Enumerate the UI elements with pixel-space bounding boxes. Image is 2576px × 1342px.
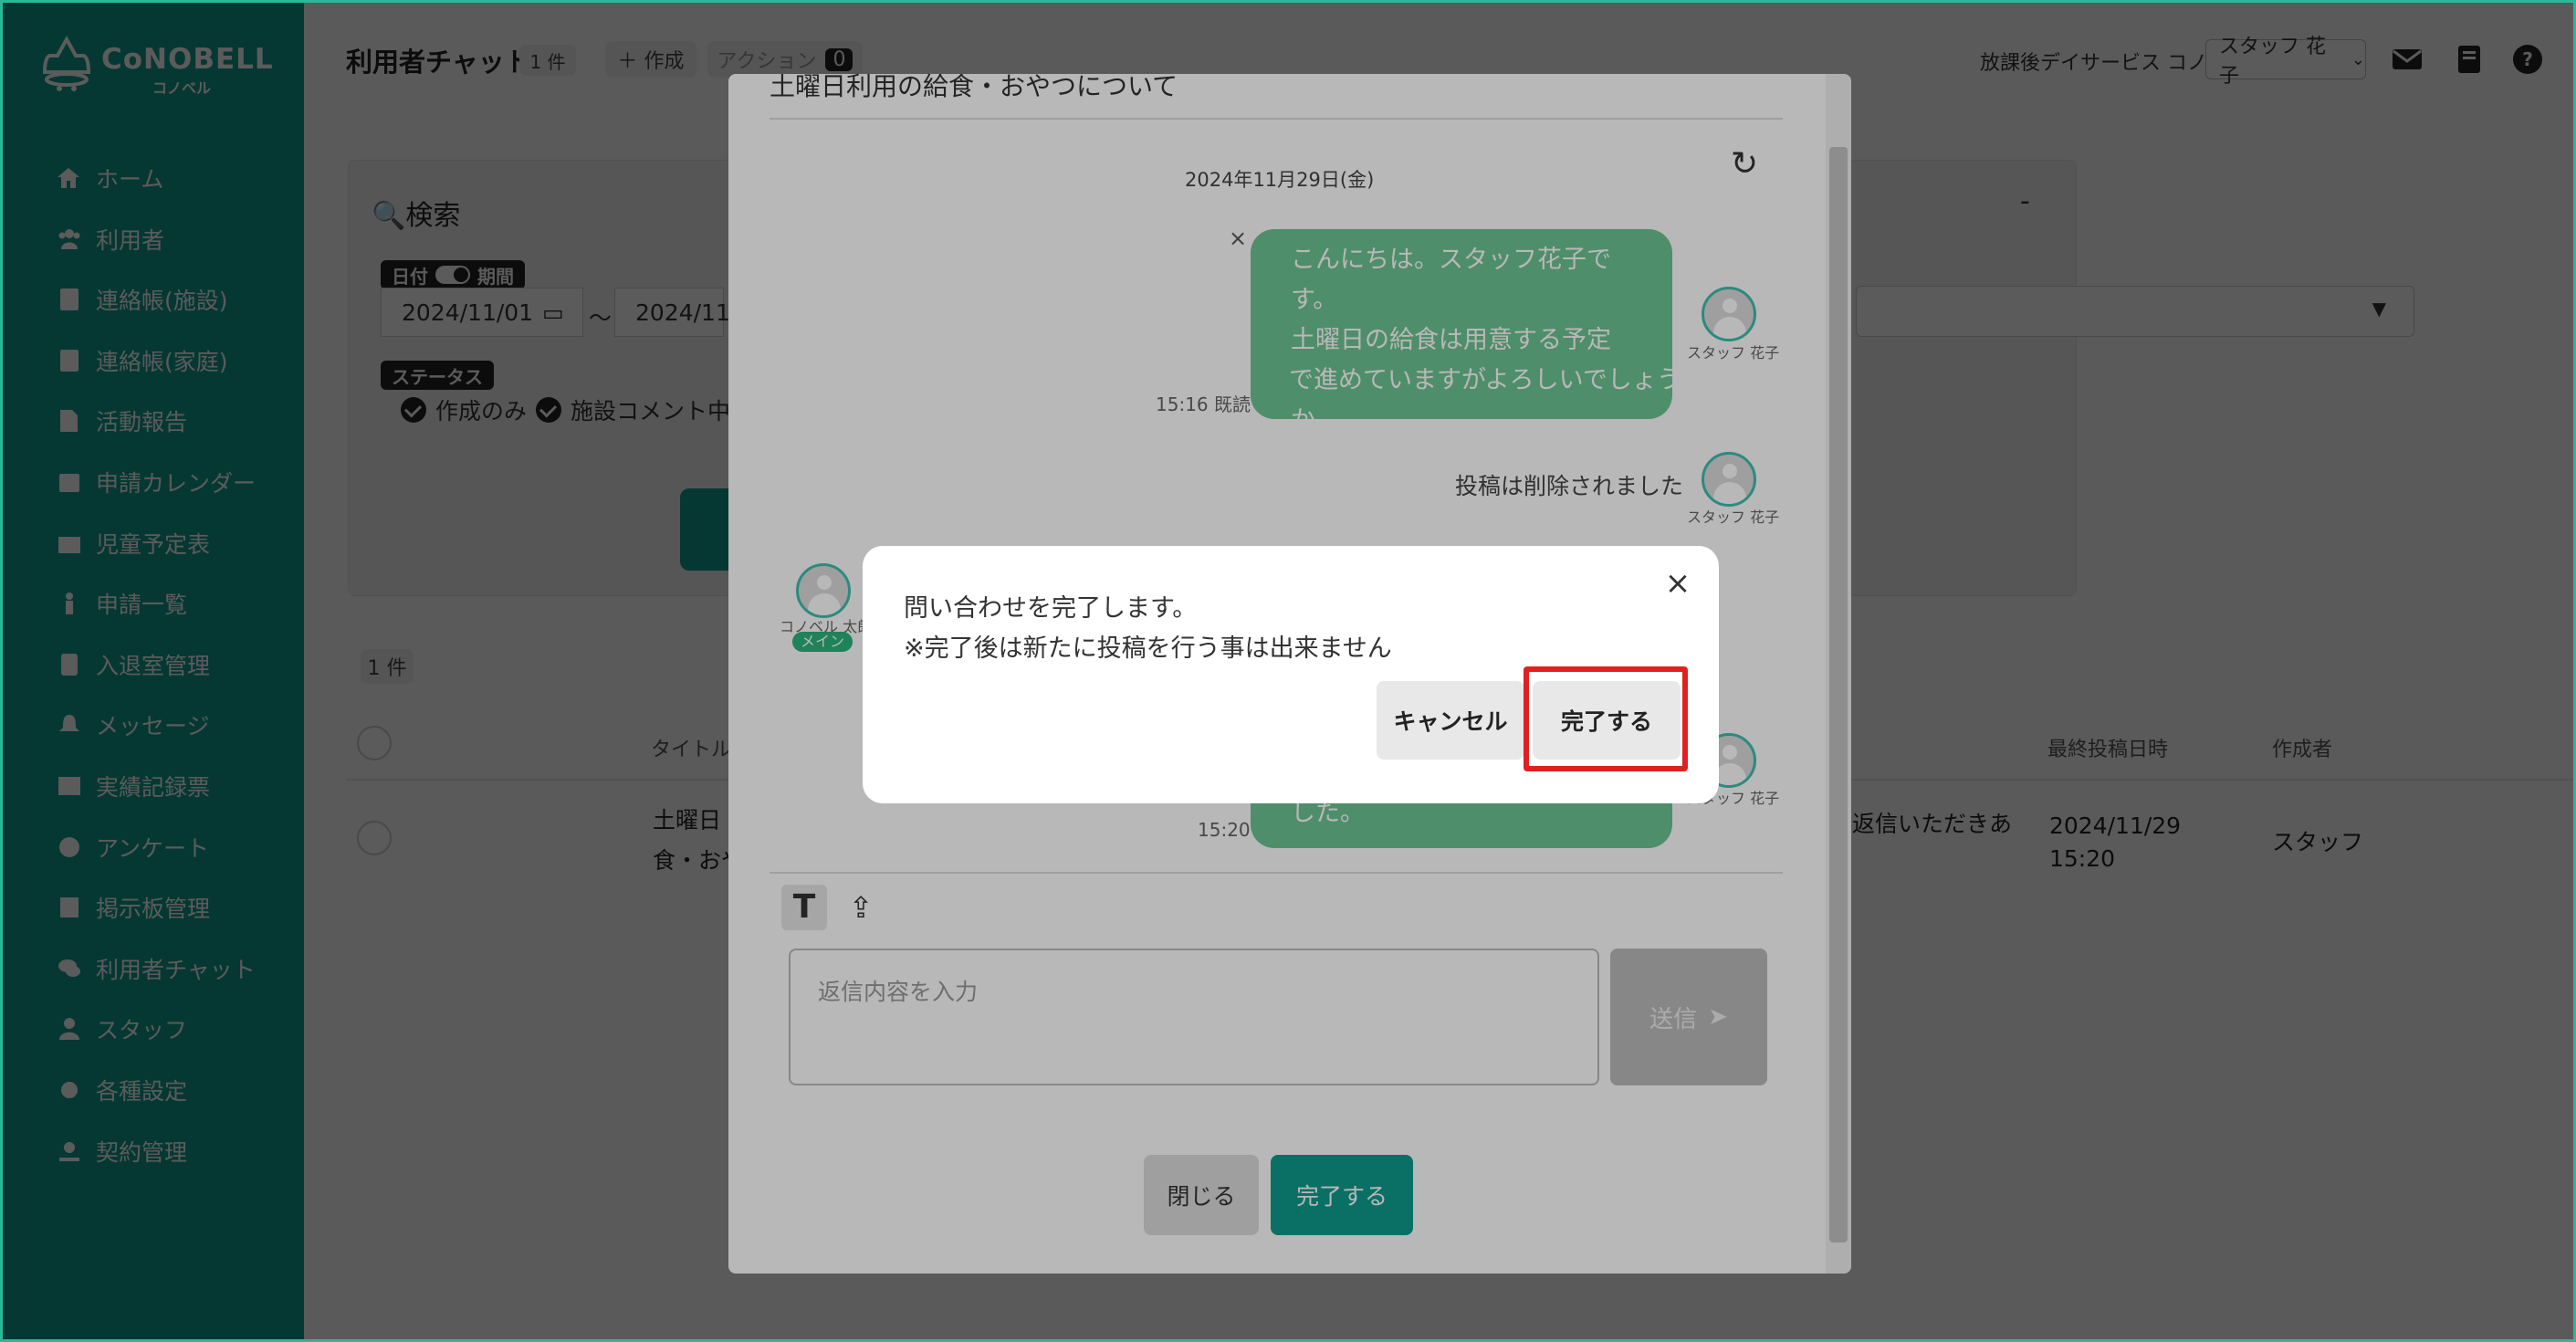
close-icon[interactable]: × (1664, 568, 1691, 599)
dialog-warning: ※完了後は新たに投稿を行う事は出来ません (904, 634, 1392, 663)
dialog-message: 問い合わせを完了します。 (904, 594, 1198, 623)
highlight-box (1524, 666, 1688, 771)
app-window: CoNOBELL コノベル ホーム利用者連絡帳(施設)連絡帳(家庭)活動報告申請… (0, 0, 2576, 1342)
cancel-button[interactable]: キャンセル (1377, 681, 1524, 760)
